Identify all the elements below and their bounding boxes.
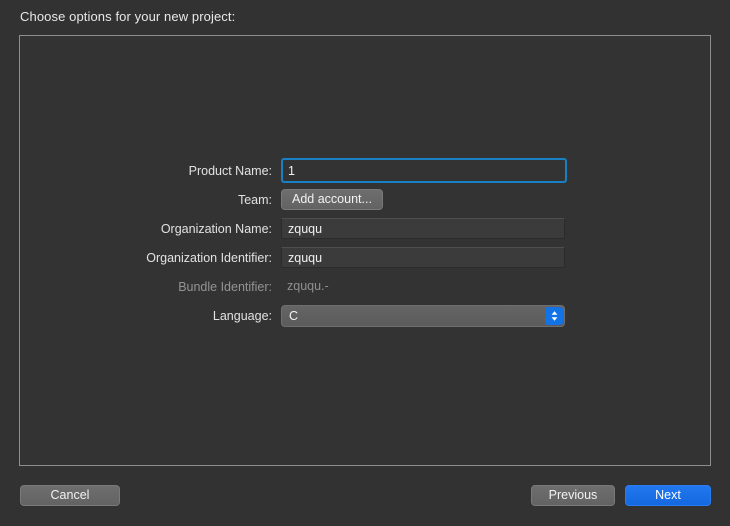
product-name-input[interactable] xyxy=(281,158,567,183)
form-row-product-name: Product Name: xyxy=(20,156,710,185)
next-button[interactable]: Next xyxy=(625,485,711,506)
team-label: Team: xyxy=(237,192,272,207)
organization-identifier-label: Organization Identifier: xyxy=(146,250,272,265)
previous-button[interactable]: Previous xyxy=(531,485,615,506)
project-options-form: Product Name: Team: Add account... Organ… xyxy=(20,156,710,330)
chevron-up-down-icon[interactable] xyxy=(545,306,563,325)
bundle-identifier-label: Bundle Identifier: xyxy=(178,279,272,294)
organization-identifier-input[interactable] xyxy=(281,247,565,268)
organization-name-control xyxy=(281,218,710,239)
add-account-button[interactable]: Add account... xyxy=(281,189,383,210)
dialog-footer: Cancel Previous Next xyxy=(0,478,730,526)
page-title: Choose options for your new project: xyxy=(20,9,236,24)
language-control: C xyxy=(281,304,710,327)
language-label: Language: xyxy=(212,308,272,323)
bundle-identifier-value: zququ.- xyxy=(287,279,329,293)
form-row-team: Team: Add account... xyxy=(20,185,710,214)
cancel-button[interactable]: Cancel xyxy=(20,485,120,506)
product-name-control xyxy=(281,158,710,183)
form-row-language: Language: C xyxy=(20,301,710,330)
organization-name-input[interactable] xyxy=(281,218,565,239)
organization-identifier-control xyxy=(281,247,710,268)
language-selected-value: C xyxy=(289,308,299,323)
form-row-organization-name: Organization Name: xyxy=(20,214,710,243)
organization-name-label: Organization Name: xyxy=(160,221,272,236)
options-panel: Product Name: Team: Add account... Organ… xyxy=(19,35,711,466)
product-name-label: Product Name: xyxy=(188,163,272,178)
form-row-bundle-identifier: Bundle Identifier: zququ.- xyxy=(20,272,710,301)
language-popup-button[interactable]: C xyxy=(281,304,565,327)
bundle-identifier-control: zququ.- xyxy=(281,276,710,297)
form-row-organization-identifier: Organization Identifier: xyxy=(20,243,710,272)
team-control: Add account... xyxy=(281,189,710,210)
